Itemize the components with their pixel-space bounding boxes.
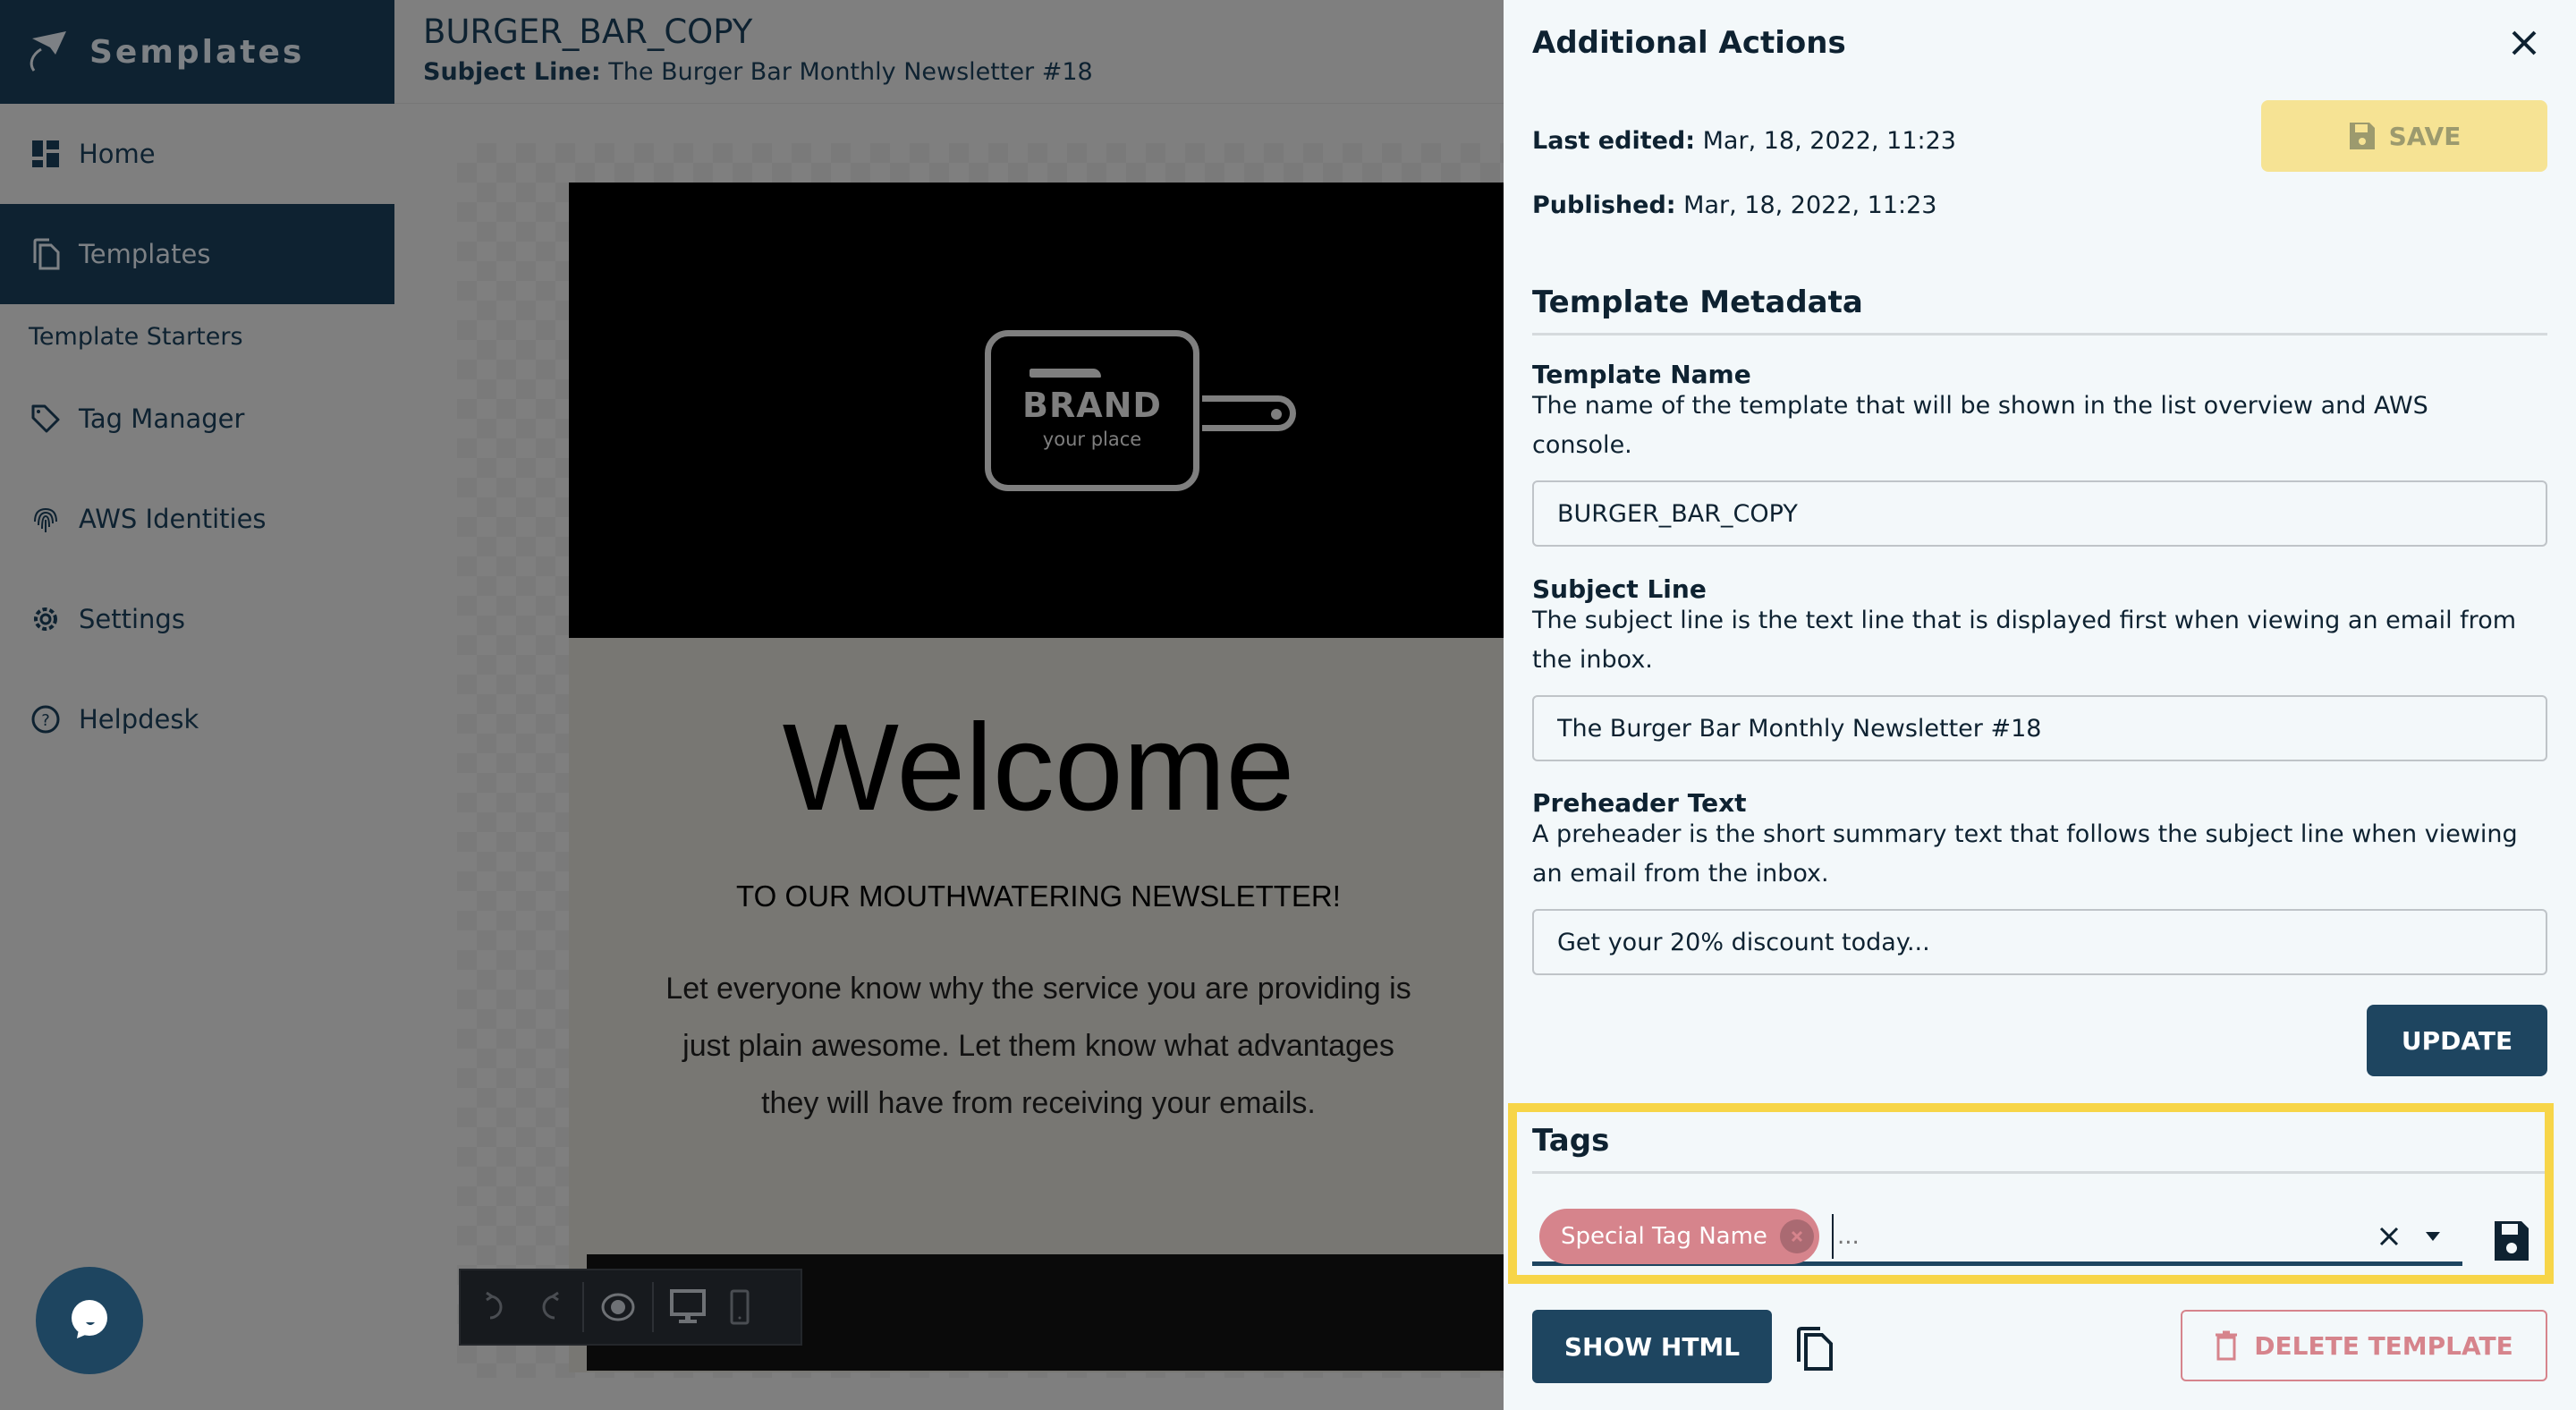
trash-icon xyxy=(2216,1330,2238,1361)
undo-icon[interactable] xyxy=(479,1287,514,1327)
preheader-description: A preheader is the short summary text th… xyxy=(1532,820,2518,888)
email-body-text: Let everyone know why the service you ar… xyxy=(665,971,1411,1120)
last-edited-label: Last edited: xyxy=(1532,127,1696,155)
caret-down-icon xyxy=(2426,1231,2440,1241)
email-welcome-heading: Welcome xyxy=(782,699,1295,837)
dashboard-icon xyxy=(30,139,61,169)
tag-chip: Special Tag Name xyxy=(1539,1208,1819,1264)
delete-template-button[interactable]: DELETE TEMPLATE xyxy=(2181,1310,2547,1381)
floppy-disk-icon xyxy=(2349,123,2375,149)
sidebar-item-label: Home xyxy=(79,139,156,169)
sidebar-item-label: Settings xyxy=(79,604,185,634)
close-button[interactable] xyxy=(2504,23,2544,63)
brand-header: Semplates xyxy=(0,0,394,104)
gear-icon xyxy=(30,604,61,634)
sidebar-item-label: Templates xyxy=(79,239,211,269)
template-subject: Subject Line: The Burger Bar Monthly New… xyxy=(423,58,1475,86)
tag-icon xyxy=(30,403,61,434)
desktop-icon[interactable] xyxy=(670,1287,706,1327)
template-header: BURGER_BAR_COPY Subject Line: The Burger… xyxy=(394,0,1504,104)
brand-name: Semplates xyxy=(89,33,305,71)
tags-heading: Tags xyxy=(1532,1123,2545,1174)
sidebar-item-aws-identities[interactable]: AWS Identities xyxy=(0,469,394,569)
last-edited: Last edited: Mar, 18, 2022, 11:23 xyxy=(1532,127,1956,155)
subject-line-input[interactable] xyxy=(1532,695,2547,761)
logo-tagline-text: your place xyxy=(1042,429,1142,450)
update-button[interactable]: UPDATE xyxy=(2367,1005,2547,1076)
fingerprint-icon xyxy=(30,504,61,534)
sidebar-item-label: Helpdesk xyxy=(79,704,199,735)
published-value: Mar, 18, 2022, 11:23 xyxy=(1683,191,1937,219)
copy-icon[interactable] xyxy=(1795,1326,1835,1371)
template-name-label: Template Name xyxy=(1532,360,1751,389)
sidebar-item-label: Template Starters xyxy=(29,322,243,351)
sidebar-item-label: Tag Manager xyxy=(79,403,245,434)
published: Published: Mar, 18, 2022, 11:23 xyxy=(1532,191,1937,219)
chat-bubble-icon xyxy=(72,1300,107,1338)
editor-main: BURGER_BAR_COPY Subject Line: The Burger… xyxy=(394,0,1508,1410)
redo-icon[interactable] xyxy=(530,1287,566,1327)
subject-line-label: Subject Line xyxy=(1532,574,1707,604)
paper-plane-logo-icon xyxy=(30,31,66,72)
tags-dropdown-toggle[interactable] xyxy=(2419,1223,2446,1250)
help-circle-icon: ? xyxy=(30,704,61,735)
close-icon xyxy=(2379,1227,2399,1245)
preheader-label: Preheader Text xyxy=(1532,788,1747,818)
tags-section: Tags Special Tag Name xyxy=(1508,1103,2554,1284)
tag-search-input[interactable] xyxy=(1831,1213,2371,1259)
show-html-button[interactable]: SHOW HTML xyxy=(1532,1310,1772,1383)
preheader-input[interactable] xyxy=(1532,909,2547,975)
toolbar-divider xyxy=(582,1282,584,1332)
clear-tags-button[interactable] xyxy=(2371,1219,2407,1254)
knife-icon xyxy=(1030,369,1101,378)
remove-tag-button[interactable] xyxy=(1779,1219,1814,1253)
sidebar-item-tag-manager[interactable]: Tag Manager xyxy=(0,369,394,469)
sidebar-item-helpdesk[interactable]: ? Helpdesk xyxy=(0,669,394,769)
svg-text:?: ? xyxy=(41,711,50,730)
chat-widget-button[interactable] xyxy=(36,1267,143,1374)
save-tags-icon[interactable] xyxy=(2493,1219,2530,1262)
tags-select[interactable]: Special Tag Name xyxy=(1532,1208,2462,1266)
sidebar-item-templates[interactable]: Templates xyxy=(0,204,394,304)
save-label: SAVE xyxy=(2388,121,2462,151)
sidebar: Semplates Home Templates Template Starte… xyxy=(0,0,394,1410)
delete-label: DELETE TEMPLATE xyxy=(2254,1330,2513,1361)
sidebar-item-home[interactable]: Home xyxy=(0,104,394,204)
subject-value: The Burger Bar Monthly Newsletter #18 xyxy=(608,58,1093,86)
logo-brand-text: BRAND xyxy=(1022,386,1162,425)
metadata-heading: Template Metadata xyxy=(1532,285,2547,336)
template-name-input[interactable] xyxy=(1532,480,2547,547)
sidebar-item-label: AWS Identities xyxy=(79,504,267,534)
tag-chip-label: Special Tag Name xyxy=(1561,1222,1767,1250)
save-button[interactable]: SAVE xyxy=(2261,100,2547,172)
last-edited-value: Mar, 18, 2022, 11:23 xyxy=(1702,127,1956,155)
mobile-icon[interactable] xyxy=(722,1287,758,1327)
additional-actions-panel: Additional Actions Last edited: Mar, 18,… xyxy=(1504,0,2576,1410)
logo-hole-shape xyxy=(1271,409,1282,420)
close-icon xyxy=(1791,1230,1802,1242)
template-name-description: The name of the template that will be sh… xyxy=(1532,392,2428,459)
email-preview[interactable]: BRAND your place Welcome TO OUR MOUTHWAT… xyxy=(569,183,1508,1372)
panel-title: Additional Actions xyxy=(1532,25,1846,61)
close-icon xyxy=(2512,30,2537,55)
published-label: Published: xyxy=(1532,191,1676,219)
sidebar-item-template-starters[interactable]: Template Starters xyxy=(0,304,394,369)
editor-toolbar xyxy=(459,1269,802,1346)
subject-label: Subject Line: xyxy=(423,58,601,86)
eye-icon[interactable] xyxy=(600,1287,636,1327)
email-hero: BRAND your place xyxy=(569,183,1508,638)
copy-icon xyxy=(30,238,61,270)
sidebar-item-settings[interactable]: Settings xyxy=(0,569,394,669)
logo-handle-shape xyxy=(1202,395,1296,431)
subject-line-description: The subject line is the text line that i… xyxy=(1532,607,2517,674)
toolbar-divider xyxy=(652,1282,654,1332)
template-title: BURGER_BAR_COPY xyxy=(423,13,753,51)
email-tagline: TO OUR MOUTHWATERING NEWSLETTER! xyxy=(736,879,1341,913)
